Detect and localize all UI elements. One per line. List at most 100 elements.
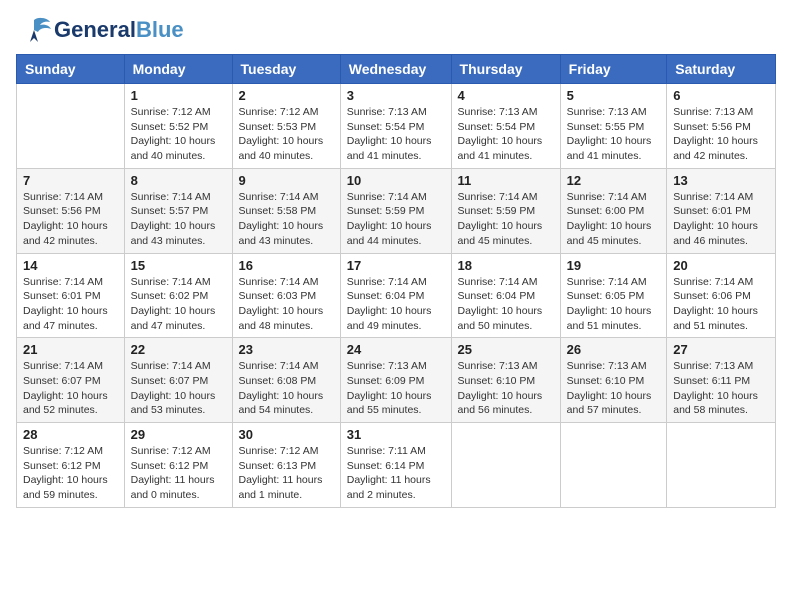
calendar-cell: 31 Sunrise: 7:11 AM Sunset: 6:14 PM Dayli… (340, 423, 451, 508)
calendar-cell: 27Sunrise: 7:13 AM Sunset: 6:11 PM Dayli… (667, 338, 776, 423)
day-info: Sunrise: 7:14 AM Sunset: 6:08 PM Dayligh… (239, 359, 334, 418)
calendar-week-1: 1 Sunrise: 7:12 AM Sunset: 5:52 PM Daylig… (17, 84, 776, 169)
calendar-week-3: 14 Sunrise: 7:14 AM Sunset: 6:01 PM Dayli… (17, 253, 776, 338)
day-number: 3 (347, 88, 445, 103)
day-info: Sunrise: 7:14 AM Sunset: 6:04 PM Dayligh… (458, 275, 554, 334)
calendar-table: SundayMondayTuesdayWednesdayThursdayFrid… (16, 54, 776, 508)
day-number: 29 (131, 427, 226, 442)
day-number: 6 (673, 88, 769, 103)
day-number: 15 (131, 258, 226, 273)
day-number: 30 (239, 427, 334, 442)
calendar-cell: 9 Sunrise: 7:14 AM Sunset: 5:58 PM Daylig… (232, 168, 340, 253)
day-info: Sunrise: 7:12 AM Sunset: 6:12 PM Dayligh… (131, 444, 226, 503)
calendar-cell (451, 423, 560, 508)
calendar-cell: 20 Sunrise: 7:14 AM Sunset: 6:06 PM Dayli… (667, 253, 776, 338)
calendar-cell: 21 Sunrise: 7:14 AM Sunset: 6:07 PM Dayli… (17, 338, 125, 423)
day-number: 19 (567, 258, 661, 273)
day-number: 24 (347, 342, 445, 357)
day-number: 21 (23, 342, 118, 357)
day-info: Sunrise: 7:13 AM Sunset: 6:10 PM Dayligh… (458, 359, 554, 418)
day-info: Sunrise: 7:14 AM Sunset: 6:00 PM Dayligh… (567, 190, 661, 249)
calendar-cell: 22 Sunrise: 7:14 AM Sunset: 6:07 PM Dayli… (124, 338, 232, 423)
day-info: Sunrise: 7:12 AM Sunset: 5:53 PM Dayligh… (239, 105, 334, 164)
day-number: 23 (239, 342, 334, 357)
day-number: 31 (347, 427, 445, 442)
page-header: GeneralBlue (16, 16, 776, 44)
calendar-cell: 23 Sunrise: 7:14 AM Sunset: 6:08 PM Dayli… (232, 338, 340, 423)
calendar-week-5: 28 Sunrise: 7:12 AM Sunset: 6:12 PM Dayli… (17, 423, 776, 508)
day-info: Sunrise: 7:12 AM Sunset: 6:13 PM Dayligh… (239, 444, 334, 503)
day-number: 5 (567, 88, 661, 103)
calendar-cell: 2 Sunrise: 7:12 AM Sunset: 5:53 PM Daylig… (232, 84, 340, 169)
day-number: 20 (673, 258, 769, 273)
calendar-week-4: 21 Sunrise: 7:14 AM Sunset: 6:07 PM Dayli… (17, 338, 776, 423)
day-number: 17 (347, 258, 445, 273)
day-info: Sunrise: 7:14 AM Sunset: 6:05 PM Dayligh… (567, 275, 661, 334)
calendar-cell: 19 Sunrise: 7:14 AM Sunset: 6:05 PM Dayli… (560, 253, 667, 338)
calendar-header-thursday: Thursday (451, 55, 560, 84)
day-info: Sunrise: 7:14 AM Sunset: 5:58 PM Dayligh… (239, 190, 334, 249)
calendar-cell (560, 423, 667, 508)
day-number: 1 (131, 88, 226, 103)
day-info: Sunrise: 7:13 AM Sunset: 5:55 PM Dayligh… (567, 105, 661, 164)
day-number: 16 (239, 258, 334, 273)
calendar-cell: 10 Sunrise: 7:14 AM Sunset: 5:59 PM Dayli… (340, 168, 451, 253)
calendar-cell (17, 84, 125, 169)
day-info: Sunrise: 7:13 AM Sunset: 6:09 PM Dayligh… (347, 359, 445, 418)
day-info: Sunrise: 7:14 AM Sunset: 5:59 PM Dayligh… (347, 190, 445, 249)
calendar-week-2: 7 Sunrise: 7:14 AM Sunset: 5:56 PM Daylig… (17, 168, 776, 253)
day-info: Sunrise: 7:13 AM Sunset: 6:10 PM Dayligh… (567, 359, 661, 418)
calendar-cell (667, 423, 776, 508)
day-info: Sunrise: 7:14 AM Sunset: 6:07 PM Dayligh… (23, 359, 118, 418)
calendar-cell: 13 Sunrise: 7:14 AM Sunset: 6:01 PM Dayli… (667, 168, 776, 253)
day-number: 26 (567, 342, 661, 357)
logo-bird-icon (16, 16, 52, 44)
day-number: 25 (458, 342, 554, 357)
day-number: 11 (458, 173, 554, 188)
calendar-cell: 3Sunrise: 7:13 AM Sunset: 5:54 PM Daylig… (340, 84, 451, 169)
day-number: 14 (23, 258, 118, 273)
day-info: Sunrise: 7:11 AM Sunset: 6:14 PM Dayligh… (347, 444, 445, 503)
day-number: 18 (458, 258, 554, 273)
day-info: Sunrise: 7:14 AM Sunset: 6:04 PM Dayligh… (347, 275, 445, 334)
day-number: 22 (131, 342, 226, 357)
day-info: Sunrise: 7:12 AM Sunset: 5:52 PM Dayligh… (131, 105, 226, 164)
day-info: Sunrise: 7:14 AM Sunset: 6:06 PM Dayligh… (673, 275, 769, 334)
calendar-cell: 25 Sunrise: 7:13 AM Sunset: 6:10 PM Dayli… (451, 338, 560, 423)
day-info: Sunrise: 7:14 AM Sunset: 6:07 PM Dayligh… (131, 359, 226, 418)
calendar-header-tuesday: Tuesday (232, 55, 340, 84)
day-info: Sunrise: 7:14 AM Sunset: 5:57 PM Dayligh… (131, 190, 226, 249)
day-number: 12 (567, 173, 661, 188)
calendar-header-monday: Monday (124, 55, 232, 84)
day-number: 28 (23, 427, 118, 442)
calendar-cell: 29 Sunrise: 7:12 AM Sunset: 6:12 PM Dayli… (124, 423, 232, 508)
calendar-cell: 15 Sunrise: 7:14 AM Sunset: 6:02 PM Dayli… (124, 253, 232, 338)
day-info: Sunrise: 7:14 AM Sunset: 6:01 PM Dayligh… (673, 190, 769, 249)
day-number: 9 (239, 173, 334, 188)
calendar-cell: 28Sunrise: 7:12 AM Sunset: 6:12 PM Dayli… (17, 423, 125, 508)
calendar-cell: 26 Sunrise: 7:13 AM Sunset: 6:10 PM Dayli… (560, 338, 667, 423)
day-number: 4 (458, 88, 554, 103)
day-number: 13 (673, 173, 769, 188)
logo-blue: Blue (136, 17, 184, 42)
logo: GeneralBlue (16, 16, 184, 44)
day-info: Sunrise: 7:14 AM Sunset: 6:02 PM Dayligh… (131, 275, 226, 334)
day-number: 8 (131, 173, 226, 188)
day-info: Sunrise: 7:14 AM Sunset: 6:03 PM Dayligh… (239, 275, 334, 334)
calendar-cell: 30 Sunrise: 7:12 AM Sunset: 6:13 PM Dayli… (232, 423, 340, 508)
day-info: Sunrise: 7:14 AM Sunset: 5:56 PM Dayligh… (23, 190, 118, 249)
day-number: 2 (239, 88, 334, 103)
day-number: 7 (23, 173, 118, 188)
calendar-header-saturday: Saturday (667, 55, 776, 84)
day-number: 10 (347, 173, 445, 188)
day-info: Sunrise: 7:13 AM Sunset: 5:54 PM Dayligh… (458, 105, 554, 164)
calendar-body: 1 Sunrise: 7:12 AM Sunset: 5:52 PM Daylig… (17, 84, 776, 508)
calendar-header-row: SundayMondayTuesdayWednesdayThursdayFrid… (17, 55, 776, 84)
calendar-cell: 12 Sunrise: 7:14 AM Sunset: 6:00 PM Dayli… (560, 168, 667, 253)
day-info: Sunrise: 7:14 AM Sunset: 6:01 PM Dayligh… (23, 275, 118, 334)
calendar-header-friday: Friday (560, 55, 667, 84)
calendar-cell: 6Sunrise: 7:13 AM Sunset: 5:56 PM Daylig… (667, 84, 776, 169)
calendar-cell: 11Sunrise: 7:14 AM Sunset: 5:59 PM Dayli… (451, 168, 560, 253)
calendar-cell: 16 Sunrise: 7:14 AM Sunset: 6:03 PM Dayli… (232, 253, 340, 338)
calendar-header-sunday: Sunday (17, 55, 125, 84)
